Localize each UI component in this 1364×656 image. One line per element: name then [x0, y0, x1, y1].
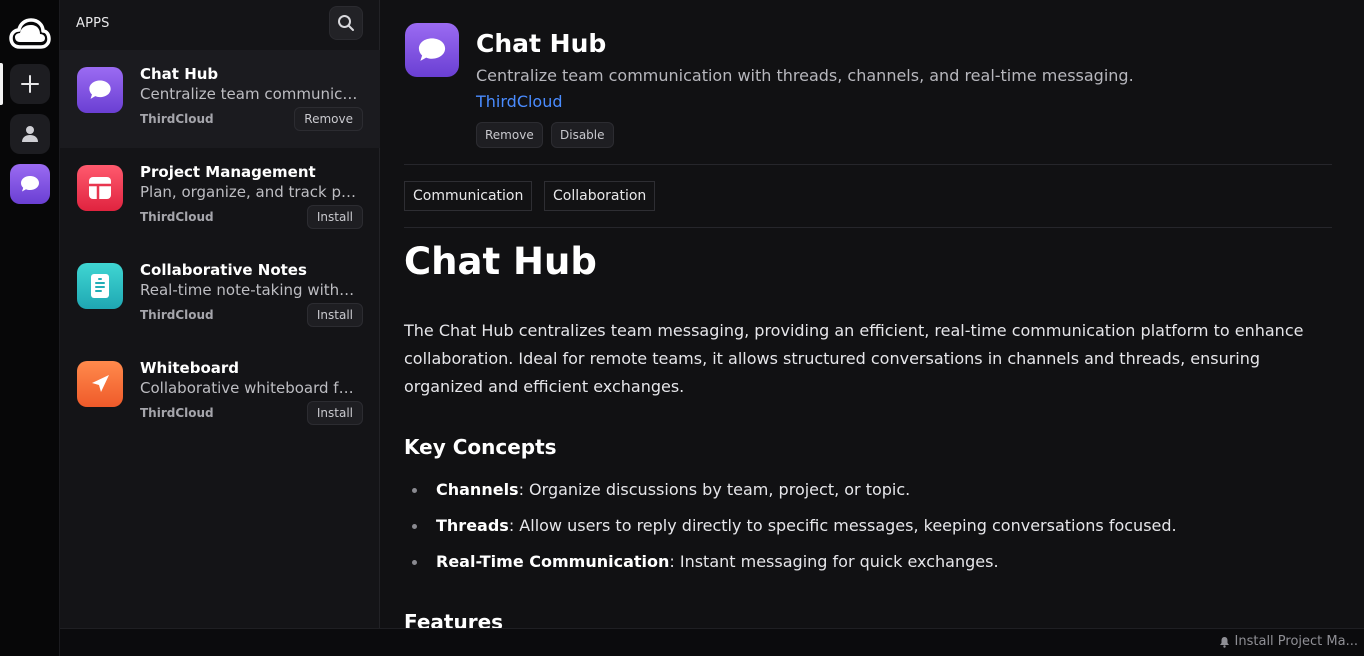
concept-term: Threads — [436, 516, 509, 535]
app-detail-panel: Chat Hub Centralize team communication w… — [380, 0, 1364, 628]
app-description: Plan, organize, and track projects — [140, 183, 358, 201]
collaborative-notes-app-icon — [77, 263, 123, 309]
apps-heading: APPS — [76, 16, 110, 31]
bell-icon — [1219, 636, 1229, 648]
install-button[interactable]: Install — [306, 401, 363, 425]
search-icon — [338, 15, 354, 31]
profile-button[interactable] — [10, 114, 50, 154]
app-vendor: ThirdCloud — [140, 210, 214, 224]
chat-bubble-icon — [418, 38, 446, 61]
rail-app-chat-hub[interactable] — [10, 164, 50, 204]
divider — [404, 227, 1332, 228]
features-heading: Features — [404, 610, 504, 628]
user-icon — [22, 126, 38, 142]
install-notification[interactable]: Install Project Ma... — [1219, 634, 1358, 649]
tag-collaboration[interactable]: Collaboration — [544, 181, 656, 211]
paper-plane-icon — [92, 375, 109, 392]
chat-bubble-icon — [21, 176, 39, 192]
search-button[interactable] — [329, 6, 363, 40]
app-vendor: ThirdCloud — [140, 112, 214, 126]
whiteboard-app-icon — [77, 361, 123, 407]
status-bar: Install Project Ma... — [60, 628, 1364, 656]
app-list-item-whiteboard[interactable]: Whiteboard Collaborative whiteboard for … — [60, 344, 380, 442]
app-list-item-chat-hub[interactable]: Chat Hub Centralize team communication w… — [60, 50, 380, 148]
app-vendor: ThirdCloud — [140, 308, 214, 322]
bullet-icon — [412, 488, 417, 493]
install-button[interactable]: Install — [306, 205, 363, 229]
concept-text: : Instant messaging for quick exchanges. — [669, 552, 999, 571]
notification-text: Install Project Ma... — [1234, 634, 1358, 649]
app-name: Project Management — [140, 163, 316, 181]
list-item: Channels: Organize discussions by team, … — [404, 476, 1334, 512]
app-name: Collaborative Notes — [140, 261, 307, 279]
key-concepts-heading: Key Concepts — [404, 435, 557, 459]
concept-text: : Allow users to reply directly to speci… — [508, 516, 1177, 535]
cloud-logo-icon[interactable] — [9, 14, 51, 54]
project-management-app-icon — [77, 165, 123, 211]
plus-icon — [21, 75, 39, 93]
chat-hub-hero-icon — [405, 23, 459, 77]
app-list-item-collaborative-notes[interactable]: Collaborative Notes Real-time note-takin… — [60, 246, 380, 344]
chat-bubble-icon — [89, 80, 111, 99]
app-name: Chat Hub — [140, 65, 219, 83]
doc-title: Chat Hub — [404, 240, 597, 283]
app-subtitle: Centralize team communication with threa… — [476, 66, 1134, 85]
app-list-item-project-management[interactable]: Project Management Plan, organize, and t… — [60, 148, 380, 246]
add-button[interactable] — [10, 64, 50, 104]
concept-text: : Organize discussions by team, project,… — [518, 480, 911, 499]
app-vendor: ThirdCloud — [140, 406, 214, 420]
app-description: Real-time note-taking with your team — [140, 281, 358, 299]
remove-button[interactable]: Remove — [476, 122, 543, 148]
bullet-icon — [412, 524, 417, 529]
doc-paragraph: The Chat Hub centralizes team messaging,… — [404, 321, 1304, 396]
key-concepts-list: Channels: Organize discussions by team, … — [404, 476, 1334, 584]
grid-icon — [89, 177, 111, 199]
vendor-link[interactable]: ThirdCloud — [476, 92, 563, 111]
list-item: Real-Time Communication: Instant messagi… — [404, 548, 1334, 584]
note-icon — [91, 274, 109, 298]
divider — [404, 164, 1332, 165]
list-item: Threads: Allow users to reply directly t… — [404, 512, 1334, 548]
app-description: Collaborative whiteboard for brainstormi… — [140, 379, 358, 397]
app-name: Whiteboard — [140, 359, 240, 377]
app-description: Centralize team communication with threa… — [140, 85, 358, 103]
apps-panel: APPS Chat Hub Centralize team communicat… — [60, 0, 380, 628]
disable-button[interactable]: Disable — [551, 122, 614, 148]
chat-hub-app-icon — [77, 67, 123, 113]
app-title: Chat Hub — [476, 29, 607, 58]
left-rail — [0, 0, 60, 656]
remove-button[interactable]: Remove — [294, 107, 363, 131]
rail-active-indicator — [0, 63, 3, 105]
install-button[interactable]: Install — [306, 303, 363, 327]
tag-communication[interactable]: Communication — [404, 181, 533, 211]
concept-term: Real-Time Communication — [436, 552, 670, 571]
concept-term: Channels — [436, 480, 519, 499]
bullet-icon — [412, 560, 417, 565]
